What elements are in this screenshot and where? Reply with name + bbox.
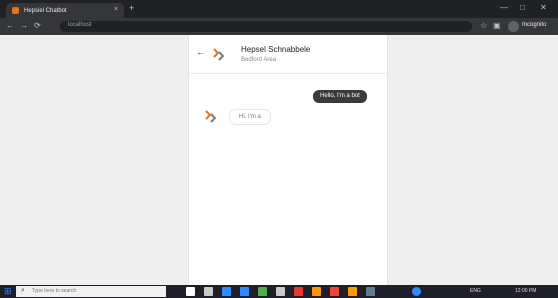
- bot-avatar-icon: [205, 110, 217, 123]
- app-icon-8[interactable]: [348, 287, 357, 296]
- app-icon-5[interactable]: [294, 287, 303, 296]
- tray-language: ENG: [470, 288, 481, 294]
- page-background: ← Hepsel Schnabbele Bedford Area Hello, …: [0, 35, 558, 285]
- incognito-label: Incognito: [522, 22, 547, 28]
- browser-tab[interactable]: Hepsiel Chatbot ×: [6, 3, 124, 18]
- back-icon[interactable]: ←: [6, 21, 14, 30]
- app-icon-1[interactable]: [204, 287, 213, 296]
- edge-icon[interactable]: [222, 287, 231, 296]
- bot-message-bubble: Hi, I'm a: [229, 109, 271, 125]
- new-tab-button[interactable]: +: [129, 3, 134, 13]
- bot-logo-icon: [213, 48, 225, 61]
- back-arrow-icon[interactable]: ←: [196, 47, 205, 57]
- chat-window: ← Hepsel Schnabbele Bedford Area Hello, …: [188, 35, 388, 285]
- task-view-icon[interactable]: [186, 287, 195, 296]
- favicon-icon: [12, 7, 19, 14]
- bookmark-star-icon[interactable]: ☆: [480, 21, 487, 30]
- app-icon-3[interactable]: [258, 287, 267, 296]
- app-icon-2[interactable]: [240, 287, 249, 296]
- close-window-icon[interactable]: ✕: [540, 3, 547, 12]
- app-icon-4[interactable]: [276, 287, 285, 296]
- chat-header: ← Hepsel Schnabbele Bedford Area: [189, 35, 387, 74]
- chat-subtitle: Bedford Area: [241, 57, 277, 63]
- taskbar: ⊞ ⌕ Type here to search ENG 12:00 PM: [0, 285, 558, 298]
- maximize-icon[interactable]: □: [520, 3, 525, 12]
- search-placeholder: Type here to search: [32, 288, 77, 294]
- windows-start-icon[interactable]: ⊞: [4, 287, 13, 296]
- blue-circle-app-icon[interactable]: [412, 287, 421, 296]
- user-message-bubble: Hello, I'm a bot: [313, 90, 367, 103]
- minimize-icon[interactable]: —: [500, 3, 508, 12]
- tab-title: Hepsiel Chatbot: [24, 7, 67, 14]
- extensions-icon[interactable]: ▣: [493, 21, 501, 30]
- app-icon-6[interactable]: [312, 287, 321, 296]
- chat-title: Hepsel Schnabbele: [241, 45, 311, 54]
- app-icon-7[interactable]: [330, 287, 339, 296]
- tab-close-icon[interactable]: ×: [114, 6, 118, 13]
- browser-tab-bar: Hepsiel Chatbot × + — □ ✕: [0, 0, 558, 18]
- reload-icon[interactable]: ⟳: [34, 21, 41, 30]
- taskbar-clock: 12:00 PM: [515, 288, 537, 294]
- profile-avatar[interactable]: [508, 21, 519, 32]
- forward-icon[interactable]: →: [20, 21, 28, 30]
- url-text: localhost: [68, 22, 92, 28]
- browser-toolbar: ← → ⟳ localhost ☆ ▣ Incognito: [0, 18, 558, 35]
- app-icon-9[interactable]: [366, 287, 375, 296]
- taskbar-search[interactable]: ⌕ Type here to search: [16, 286, 166, 297]
- search-icon: ⌕: [21, 287, 25, 294]
- address-bar[interactable]: localhost: [60, 21, 472, 32]
